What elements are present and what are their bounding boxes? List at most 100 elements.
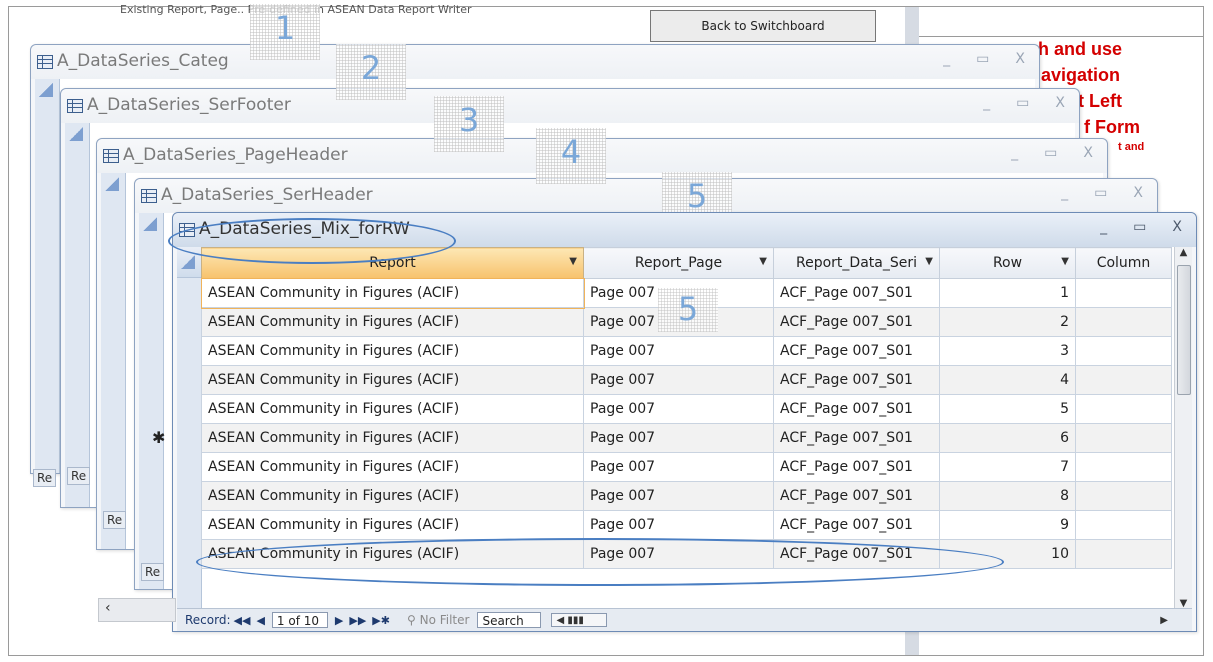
- dropdown-arrow-icon[interactable]: ▼: [925, 256, 933, 267]
- table-row[interactable]: ASEAN Community in Figures (ACIF) Page 00…: [201, 365, 1172, 395]
- scroll-left-icon[interactable]: ‹: [105, 600, 111, 616]
- back-to-switchboard-button[interactable]: Back to Switchboard: [650, 10, 876, 42]
- search-field[interactable]: Search: [477, 612, 542, 628]
- table-row[interactable]: ASEAN Community in Figures (ACIF) Page 00…: [201, 510, 1172, 540]
- row-cell[interactable]: 1: [939, 278, 1076, 308]
- close-button[interactable]: X: [1083, 145, 1093, 161]
- window-titlebar[interactable]: A_DataSeries_SerHeader _ ▭ X: [135, 179, 1157, 213]
- column-header-column[interactable]: Column: [1075, 247, 1172, 279]
- scroll-thumb[interactable]: [1177, 265, 1191, 395]
- last-record-icon[interactable]: ▶▶: [349, 614, 366, 627]
- column-header-report-data-series[interactable]: Report_Data_Seri ▼: [773, 247, 940, 279]
- select-all-icon[interactable]: [143, 217, 157, 231]
- row-cell[interactable]: 4: [939, 365, 1076, 395]
- series-cell[interactable]: ACF_Page 007_S01: [773, 336, 940, 366]
- column-cell[interactable]: [1075, 394, 1172, 424]
- page-cell[interactable]: Page 007: [583, 452, 774, 482]
- no-filter-button[interactable]: ⚲ No Filter: [407, 613, 469, 627]
- row-cell[interactable]: 5: [939, 394, 1076, 424]
- close-button[interactable]: X: [1133, 185, 1143, 201]
- column-cell[interactable]: [1075, 510, 1172, 540]
- column-cell[interactable]: [1075, 452, 1172, 482]
- next-record-icon[interactable]: ▶: [335, 614, 343, 627]
- row-cell[interactable]: 8: [939, 481, 1076, 511]
- series-cell[interactable]: ACF_Page 007_S01: [773, 510, 940, 540]
- table-row[interactable]: ASEAN Community in Figures (ACIF) Page 00…: [201, 481, 1172, 511]
- new-record-marker: ✱: [152, 428, 166, 447]
- dropdown-arrow-icon[interactable]: ▼: [1061, 256, 1069, 267]
- dropdown-arrow-icon[interactable]: ▼: [759, 256, 767, 267]
- column-cell[interactable]: [1075, 539, 1172, 569]
- minimize-button[interactable]: _: [1061, 185, 1068, 201]
- report-cell[interactable]: ASEAN Community in Figures (ACIF): [200, 277, 585, 309]
- horizontal-scrollbar[interactable]: ◀ ▮▮▮: [551, 613, 608, 627]
- page-cell[interactable]: Page 007: [583, 336, 774, 366]
- row-cell[interactable]: 2: [939, 307, 1076, 337]
- minimize-button[interactable]: _: [1100, 219, 1107, 235]
- vertical-scrollbar[interactable]: ▲ ▼: [1174, 247, 1192, 609]
- series-cell[interactable]: ACF_Page 007_S01: [773, 394, 940, 424]
- new-record-icon[interactable]: ▶✱: [372, 614, 390, 627]
- column-cell[interactable]: [1075, 307, 1172, 337]
- window-title: A_DataSeries_PageHeader: [123, 145, 348, 165]
- series-cell[interactable]: ACF_Page 007_S01: [773, 365, 940, 395]
- page-cell[interactable]: Page 007: [583, 423, 774, 453]
- column-header-report-page[interactable]: Report_Page ▼: [583, 247, 774, 279]
- row-cell[interactable]: 9: [939, 510, 1076, 540]
- page-cell[interactable]: Page 007: [583, 365, 774, 395]
- select-all-icon[interactable]: [69, 127, 83, 141]
- maximize-button[interactable]: ▭: [1016, 95, 1029, 111]
- series-cell[interactable]: ACF_Page 007_S01: [773, 278, 940, 308]
- close-button[interactable]: X: [1172, 219, 1182, 235]
- table-row[interactable]: ASEAN Community in Figures (ACIF) Page 00…: [201, 336, 1172, 366]
- maximize-button[interactable]: ▭: [976, 51, 989, 67]
- page-cell[interactable]: Page 007: [583, 510, 774, 540]
- close-button[interactable]: X: [1015, 51, 1025, 67]
- report-cell[interactable]: ASEAN Community in Figures (ACIF): [201, 336, 584, 366]
- select-all-icon[interactable]: [105, 177, 119, 191]
- table-row[interactable]: ASEAN Community in Figures (ACIF) Page 00…: [201, 394, 1172, 424]
- instruction-line-1: ch and use: [1028, 39, 1123, 59]
- window-titlebar[interactable]: A_DataSeries_SerFooter _ ▭ X: [61, 89, 1079, 123]
- column-header-row[interactable]: Row ▼: [939, 247, 1076, 279]
- series-cell[interactable]: ACF_Page 007_S01: [773, 452, 940, 482]
- row-cell[interactable]: 3: [939, 336, 1076, 366]
- minimize-button[interactable]: _: [1011, 145, 1018, 161]
- column-cell[interactable]: [1075, 423, 1172, 453]
- background-scroll-stub[interactable]: ‹: [98, 598, 176, 622]
- table-row[interactable]: ASEAN Community in Figures (ACIF) Page 00…: [201, 452, 1172, 482]
- maximize-button[interactable]: ▭: [1133, 219, 1146, 235]
- report-cell[interactable]: ASEAN Community in Figures (ACIF): [201, 394, 584, 424]
- page-cell[interactable]: Page 007: [583, 481, 774, 511]
- scroll-right-icon[interactable]: ▶: [1160, 615, 1168, 626]
- page-cell[interactable]: Page 007: [583, 394, 774, 424]
- row-cell[interactable]: 7: [939, 452, 1076, 482]
- column-cell[interactable]: [1075, 365, 1172, 395]
- current-record-field[interactable]: 1 of 10: [271, 612, 328, 628]
- select-all-icon[interactable]: [39, 83, 53, 97]
- minimize-button[interactable]: _: [983, 95, 990, 111]
- report-cell[interactable]: ASEAN Community in Figures (ACIF): [201, 365, 584, 395]
- column-cell[interactable]: [1075, 336, 1172, 366]
- maximize-button[interactable]: ▭: [1094, 185, 1107, 201]
- report-cell[interactable]: ASEAN Community in Figures (ACIF): [201, 423, 584, 453]
- first-record-icon[interactable]: ◀◀: [234, 614, 251, 627]
- dropdown-arrow-icon[interactable]: ▼: [569, 256, 577, 267]
- series-cell[interactable]: ACF_Page 007_S01: [773, 481, 940, 511]
- close-button[interactable]: X: [1055, 95, 1065, 111]
- column-cell[interactable]: [1075, 278, 1172, 308]
- minimize-button[interactable]: _: [943, 51, 950, 67]
- report-cell[interactable]: ASEAN Community in Figures (ACIF): [201, 481, 584, 511]
- report-cell[interactable]: ASEAN Community in Figures (ACIF): [201, 307, 584, 337]
- series-cell[interactable]: ACF_Page 007_S01: [773, 307, 940, 337]
- column-cell[interactable]: [1075, 481, 1172, 511]
- table-row[interactable]: ASEAN Community in Figures (ACIF) Page 00…: [201, 423, 1172, 453]
- report-cell[interactable]: ASEAN Community in Figures (ACIF): [201, 452, 584, 482]
- scroll-up-icon[interactable]: ▲: [1175, 247, 1192, 258]
- window-titlebar[interactable]: A_DataSeries_Categ _ ▭ X: [31, 45, 1039, 79]
- maximize-button[interactable]: ▭: [1044, 145, 1057, 161]
- row-cell[interactable]: 6: [939, 423, 1076, 453]
- series-cell[interactable]: ACF_Page 007_S01: [773, 423, 940, 453]
- report-cell[interactable]: ASEAN Community in Figures (ACIF): [201, 510, 584, 540]
- previous-record-icon[interactable]: ◀: [256, 614, 264, 627]
